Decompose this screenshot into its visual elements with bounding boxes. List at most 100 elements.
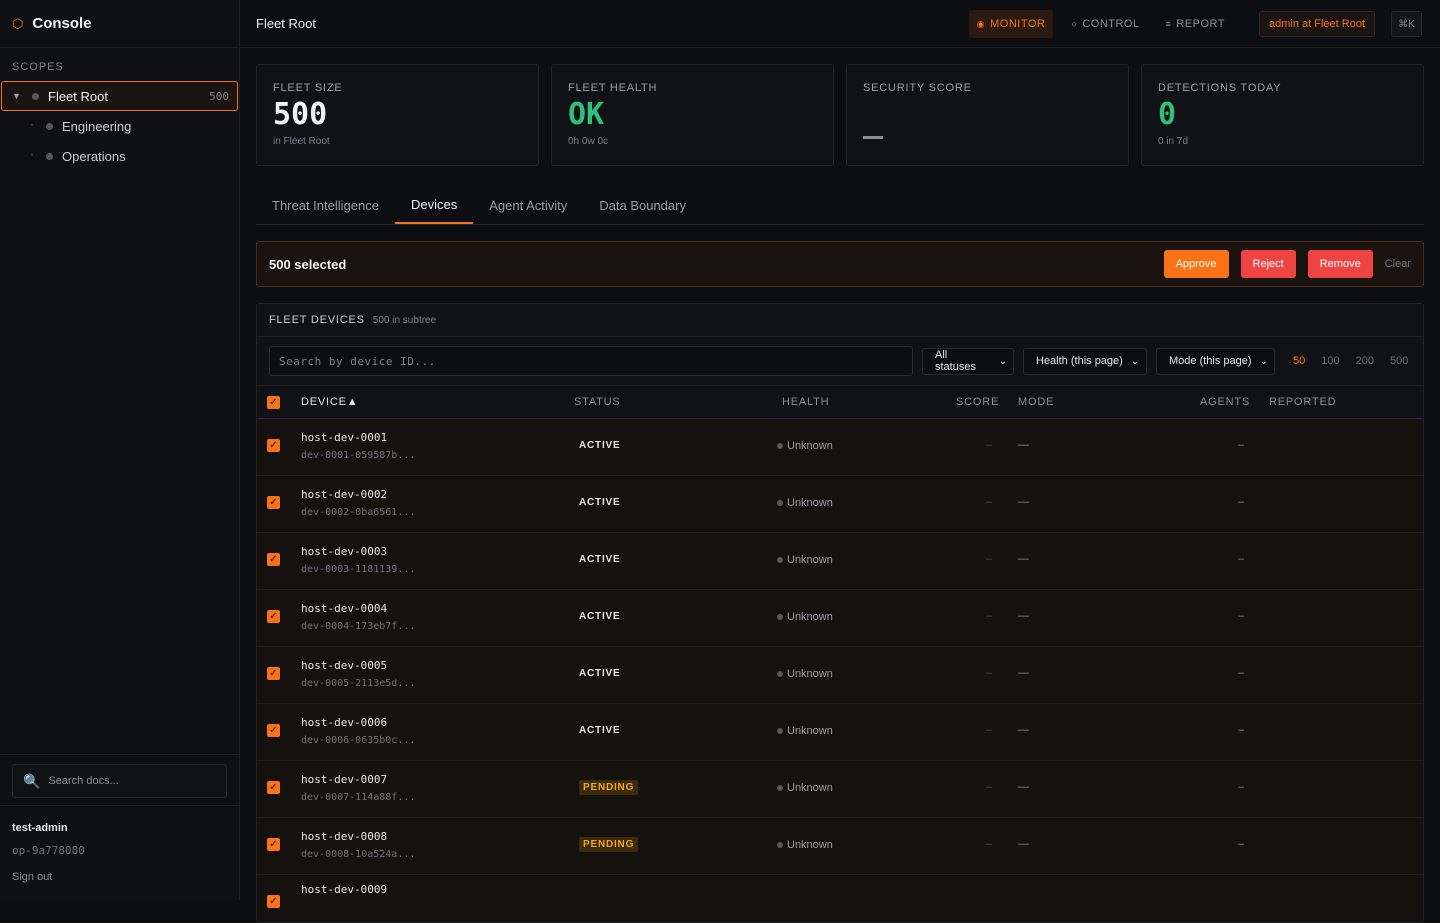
doc-search[interactable]: 🔍	[12, 764, 227, 798]
column-status[interactable]: STATUS	[574, 396, 621, 408]
table-row[interactable]: ✓ host-dev-0009	[257, 875, 1423, 922]
stat-label: FLEET SIZE	[273, 82, 343, 94]
table-row[interactable]: ✓ host-dev-0006 dev-0006-0635b0c... ACTI…	[257, 704, 1423, 761]
row-checkbox[interactable]: ✓	[267, 610, 280, 623]
row-checkbox[interactable]: ✓	[267, 439, 280, 452]
device-id: dev-0002-0ba6561...	[301, 507, 416, 518]
column-device[interactable]: DEVICE▲	[301, 396, 358, 408]
device-id: dev-0003-1181139...	[301, 564, 416, 575]
column-health[interactable]: HEALTH	[782, 396, 829, 408]
list-icon: ≡	[1165, 19, 1172, 29]
health-text: Unknown	[787, 782, 833, 794]
brand-label: Console	[32, 15, 92, 32]
page-size-100[interactable]: 100	[1313, 355, 1347, 367]
status-badge: ACTIVE	[579, 440, 621, 451]
scope-label: Operations	[62, 148, 126, 164]
brand[interactable]: ⬡ Console	[0, 0, 239, 48]
scopes-heading: SCOPES	[12, 61, 64, 73]
nav-control[interactable]: ○ CONTROL	[1063, 10, 1147, 38]
row-checkbox[interactable]: ✓	[267, 895, 280, 908]
status-badge: PENDING	[579, 780, 639, 795]
mode-value: —	[1018, 610, 1029, 622]
tree-bullet-icon: •	[31, 153, 34, 159]
row-checkbox[interactable]: ✓	[267, 724, 280, 737]
tab-threat-intelligence[interactable]: Threat Intelligence	[256, 186, 395, 224]
row-checkbox[interactable]: ✓	[267, 553, 280, 566]
tab-devices[interactable]: Devices	[394, 186, 474, 224]
reject-button[interactable]: Reject	[1240, 250, 1296, 278]
chevron-down-icon: ⌄	[998, 355, 1007, 367]
health-indicator: Unknown	[777, 440, 833, 452]
bulk-actions: Approve Reject Remove Clear	[1163, 250, 1411, 278]
selection-count: 500 selected	[269, 256, 347, 272]
command-palette-button[interactable]: ⌘K	[1391, 11, 1422, 37]
record-icon: ◉	[976, 18, 986, 29]
table-row[interactable]: ✓ host-dev-0004 dev-0004-173eb7f... ACTI…	[257, 590, 1423, 647]
device-name: host-dev-0007	[301, 773, 388, 786]
admin-scope-chip[interactable]: admin at Fleet Root	[1259, 11, 1375, 37]
mode-filter-select[interactable]: Mode (this page) ⌄	[1156, 347, 1275, 375]
row-checkbox[interactable]: ✓	[267, 496, 280, 509]
agents-value: –	[1238, 496, 1245, 508]
table-row[interactable]: ✓ host-dev-0007 dev-0007-114a88f... PEND…	[257, 761, 1423, 818]
nav-monitor[interactable]: ◉ MONITOR	[968, 10, 1054, 38]
health-dot-icon	[777, 785, 783, 791]
device-id: dev-0006-0635b0c...	[301, 735, 416, 746]
health-text: Unknown	[787, 554, 833, 566]
caret-down-icon[interactable]: ▼	[12, 91, 26, 101]
empty-value-dash	[863, 136, 883, 139]
stat-sub: 0h 0w 0c	[568, 136, 609, 147]
device-search[interactable]	[269, 346, 913, 376]
table-row[interactable]: ✓ host-dev-0005 dev-0005-2113e5d... ACTI…	[257, 647, 1423, 704]
tree-bullet-icon: •	[31, 123, 34, 129]
row-checkbox[interactable]: ✓	[267, 667, 280, 680]
device-search-input[interactable]	[279, 354, 879, 368]
health-indicator: Unknown	[777, 611, 833, 623]
nav-report[interactable]: ≡ REPORT	[1158, 10, 1233, 38]
page-size-50[interactable]: 50	[1285, 355, 1313, 367]
health-text: Unknown	[787, 839, 833, 851]
panel-header: FLEET DEVICES 500 in subtree	[257, 304, 1423, 337]
approve-button[interactable]: Approve	[1163, 250, 1229, 278]
tab-data-boundary[interactable]: Data Boundary	[583, 186, 702, 224]
mode-value: —	[1018, 439, 1029, 451]
page-size-500[interactable]: 500	[1382, 355, 1416, 367]
health-filter-select[interactable]: Health (this page) ⌄	[1023, 347, 1147, 375]
device-name: host-dev-0003	[301, 545, 388, 558]
remove-button[interactable]: Remove	[1307, 250, 1373, 278]
tab-agent-activity[interactable]: Agent Activity	[473, 186, 583, 224]
scope-engineering[interactable]: • Engineering	[1, 111, 238, 141]
table-row[interactable]: ✓ host-dev-0003 dev-0003-1181139... ACTI…	[257, 533, 1423, 590]
stat-label: FLEET HEALTH	[568, 82, 658, 94]
select-all-checkbox[interactable]: ✓	[267, 396, 280, 409]
mode-value: —	[1018, 724, 1029, 736]
table-row[interactable]: ✓ host-dev-0008 dev-0008-10a524a... PEND…	[257, 818, 1423, 875]
scope-operations[interactable]: • Operations	[1, 141, 238, 171]
table-row[interactable]: ✓ host-dev-0002 dev-0002-0ba6561... ACTI…	[257, 476, 1423, 533]
row-checkbox[interactable]: ✓	[267, 781, 280, 794]
column-agents[interactable]: AGENTS	[1200, 396, 1250, 408]
health-text: Unknown	[787, 497, 833, 509]
clear-selection-button[interactable]: Clear	[1385, 250, 1411, 278]
row-checkbox[interactable]: ✓	[267, 838, 280, 851]
status-filter-select[interactable]: All statuses ⌄	[922, 347, 1014, 375]
column-reported[interactable]: REPORTED	[1269, 396, 1336, 408]
doc-search-input[interactable]	[48, 775, 209, 787]
top-header: Fleet Root ◉ MONITOR ○ CONTROL ≡ REPORT …	[240, 0, 1440, 48]
page-size-200[interactable]: 200	[1348, 355, 1382, 367]
device-name: host-dev-0006	[301, 716, 388, 729]
device-id: dev-0008-10a524a...	[301, 849, 416, 860]
user-id: op-9a778080	[12, 844, 85, 857]
sign-out-link[interactable]: Sign out	[12, 871, 85, 883]
stat-value: 0	[1158, 97, 1177, 132]
column-mode[interactable]: MODE	[1018, 396, 1054, 408]
health-dot-icon	[777, 614, 783, 620]
score-value: –	[986, 667, 993, 679]
column-score[interactable]: SCORE	[956, 396, 999, 408]
stat-fleet-health: FLEET HEALTH OK 0h 0w 0c	[551, 64, 834, 166]
table-row[interactable]: ✓ host-dev-0001 dev-0001-059587b... ACTI…	[257, 419, 1423, 476]
select-value: Mode (this page)	[1169, 355, 1252, 367]
agents-value: –	[1238, 610, 1245, 622]
scope-fleet-root[interactable]: ▼ Fleet Root 500	[1, 81, 238, 111]
stat-sub: in Fleet Root	[273, 136, 330, 147]
